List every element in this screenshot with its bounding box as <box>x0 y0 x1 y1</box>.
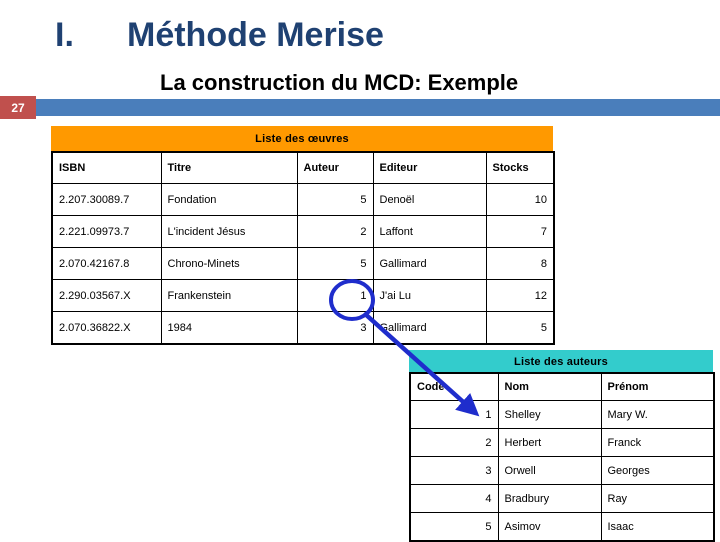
column-header-editeur[interactable]: Editeur <box>372 151 487 184</box>
cell-prenom: Isaac <box>600 512 715 542</box>
cell-isbn: 2.290.03567.X <box>51 279 162 312</box>
cell-code: 2 <box>409 428 499 457</box>
table-header-row: Code Nom Prénom <box>409 372 715 401</box>
cell-nom: Orwell <box>497 456 602 485</box>
column-header-code[interactable]: Code <box>409 372 499 401</box>
cell-nom: Asimov <box>497 512 602 542</box>
cell-titre: 1984 <box>160 311 298 345</box>
cell-auteur: 5 <box>296 247 374 280</box>
table-auteurs-banner: Liste des auteurs <box>409 350 713 372</box>
table-auteurs-banner-label: Liste des auteurs <box>514 355 608 368</box>
cell-auteur: 1 <box>296 279 374 312</box>
column-header-titre[interactable]: Titre <box>160 151 298 184</box>
cell-isbn: 2.070.36822.X <box>51 311 162 345</box>
table-row[interactable]: 2.070.42167.8 Chrono-Minets 5 Gallimard … <box>51 247 555 280</box>
cell-code: 3 <box>409 456 499 485</box>
cell-stocks: 10 <box>485 183 555 216</box>
column-header-prenom[interactable]: Prénom <box>600 372 715 401</box>
page-title: I. Méthode Merise <box>55 16 384 55</box>
cell-titre: Fondation <box>160 183 298 216</box>
header-rule <box>36 99 720 116</box>
cell-stocks: 12 <box>485 279 555 312</box>
cell-stocks: 8 <box>485 247 555 280</box>
column-header-nom[interactable]: Nom <box>497 372 602 401</box>
cell-titre: Chrono-Minets <box>160 247 298 280</box>
column-header-auteur[interactable]: Auteur <box>296 151 374 184</box>
table-row[interactable]: 2.290.03567.X Frankenstein 1 J'ai Lu 12 <box>51 279 555 312</box>
cell-isbn: 2.221.09973.7 <box>51 215 162 248</box>
cell-editeur: Gallimard <box>372 247 487 280</box>
table-liste-des-auteurs: Liste des auteurs Code Nom Prénom 1 Shel… <box>409 350 715 542</box>
cell-stocks: 5 <box>485 311 555 345</box>
cell-prenom: Franck <box>600 428 715 457</box>
cell-auteur: 5 <box>296 183 374 216</box>
cell-prenom: Mary W. <box>600 400 715 429</box>
table-row[interactable]: 2.070.36822.X 1984 3 Gallimard 5 <box>51 311 555 345</box>
table-row[interactable]: 5 Asimov Isaac <box>409 512 715 542</box>
oeuvres-grid: ISBN Titre Auteur Editeur Stocks 2.207.3… <box>51 151 555 345</box>
cell-auteur: 3 <box>296 311 374 345</box>
column-header-isbn[interactable]: ISBN <box>51 151 162 184</box>
cell-editeur: Laffont <box>372 215 487 248</box>
page-subtitle: La construction du MCD: Exemple <box>160 70 519 95</box>
cell-code: 5 <box>409 512 499 542</box>
cell-isbn: 2.207.30089.7 <box>51 183 162 216</box>
cell-prenom: Ray <box>600 484 715 513</box>
table-row[interactable]: 2.221.09973.7 L'incident Jésus 2 Laffont… <box>51 215 555 248</box>
table-row[interactable]: 1 Shelley Mary W. <box>409 400 715 429</box>
cell-editeur: Denoël <box>372 183 487 216</box>
cell-editeur: J'ai Lu <box>372 279 487 312</box>
cell-titre: L'incident Jésus <box>160 215 298 248</box>
cell-isbn: 2.070.42167.8 <box>51 247 162 280</box>
cell-editeur: Gallimard <box>372 311 487 345</box>
table-row[interactable]: 4 Bradbury Ray <box>409 484 715 513</box>
table-header-row: ISBN Titre Auteur Editeur Stocks <box>51 151 555 184</box>
auteurs-grid: Code Nom Prénom 1 Shelley Mary W. 2 Herb… <box>409 372 715 542</box>
cell-titre: Frankenstein <box>160 279 298 312</box>
cell-stocks: 7 <box>485 215 555 248</box>
table-row[interactable]: 2 Herbert Franck <box>409 428 715 457</box>
table-liste-des-oeuvres: Liste des œuvres ISBN Titre Auteur Edite… <box>51 126 555 345</box>
cell-nom: Bradbury <box>497 484 602 513</box>
cell-code: 4 <box>409 484 499 513</box>
table-row[interactable]: 2.207.30089.7 Fondation 5 Denoël 10 <box>51 183 555 216</box>
column-header-stocks[interactable]: Stocks <box>485 151 555 184</box>
cell-nom: Shelley <box>497 400 602 429</box>
table-row[interactable]: 3 Orwell Georges <box>409 456 715 485</box>
cell-nom: Herbert <box>497 428 602 457</box>
cell-code: 1 <box>409 400 499 429</box>
slide-number-badge: 27 <box>0 96 36 119</box>
cell-auteur: 2 <box>296 215 374 248</box>
cell-prenom: Georges <box>600 456 715 485</box>
table-oeuvres-banner-label: Liste des œuvres <box>255 133 349 145</box>
title-numeral: I. <box>55 16 74 54</box>
table-oeuvres-banner: Liste des œuvres <box>51 126 553 151</box>
title-text: Méthode Merise <box>127 16 384 54</box>
